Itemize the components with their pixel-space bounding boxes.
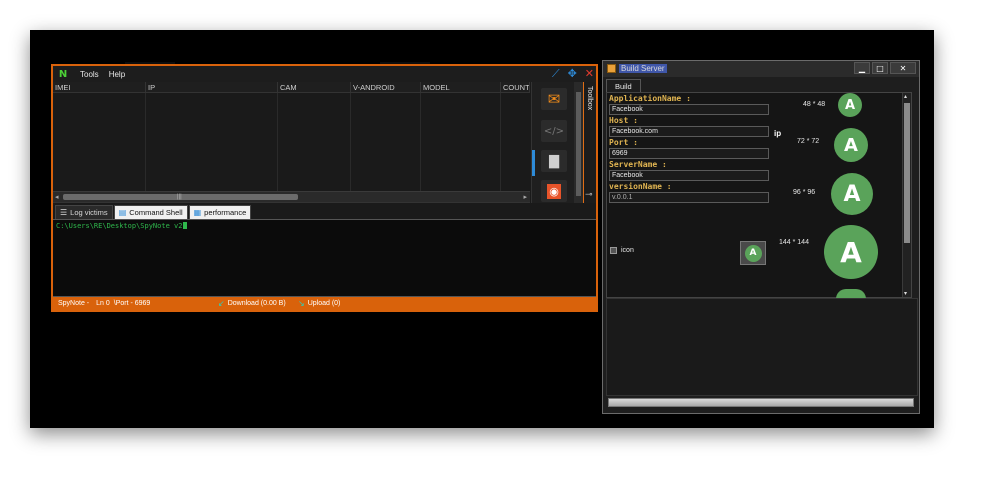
scroll-down-icon[interactable]: ▾ — [904, 290, 907, 297]
victims-grid[interactable]: IMEI IP CAM V-ANDROID MODEL COUNT ◂ ||| … — [53, 82, 530, 203]
ip-label: ip — [774, 129, 782, 138]
tab-label: performance — [204, 208, 247, 217]
upload-status: ↘ Upload (0) — [298, 299, 340, 308]
status-ln: Ln 0 — [96, 300, 110, 307]
col-v-android[interactable]: V-ANDROID — [351, 82, 421, 92]
build-server-window: Build Server ▁ □ ✕ Build ApplicationName… — [602, 60, 920, 414]
scroll-left-icon[interactable]: ◂ — [55, 192, 59, 203]
col-cam[interactable]: CAM — [278, 82, 351, 92]
build-output-area — [606, 298, 918, 396]
scroll-right-icon[interactable]: ▸ — [523, 192, 527, 203]
maximize-icon[interactable]: □ — [872, 62, 888, 74]
col-count[interactable]: COUNT — [501, 82, 530, 92]
bottom-tabs: ☰ Log victims ▤ Command Shell ▦ performa… — [53, 203, 596, 219]
col-ip[interactable]: IP — [146, 82, 278, 92]
selection-accent — [532, 150, 535, 176]
build-title-bar[interactable]: Build Server ▁ □ ✕ — [603, 61, 919, 77]
minimize-icon[interactable]: ▁ — [854, 62, 870, 74]
move-icon[interactable]: ✥ — [568, 66, 577, 82]
tab-build[interactable]: Build — [606, 79, 641, 92]
menu-bar: N Tools Help ⟋ ✥ ✕ — [53, 66, 596, 82]
list-icon: ☰ — [60, 208, 68, 217]
toolbox-scrollbar[interactable] — [574, 82, 583, 203]
tab-label: Command Shell — [129, 208, 183, 217]
desktop: N Tools Help ⟋ ✥ ✕ IMEI IP CAM V-ANDROID… — [30, 30, 934, 428]
status-port: \Port - 6969 — [113, 300, 151, 307]
grid-header: IMEI IP CAM V-ANDROID MODEL COUNT — [53, 82, 530, 93]
status-app: SpyNote - — [58, 300, 90, 307]
version-input[interactable]: v.0.0.1 — [609, 192, 769, 203]
upload-label: Upload (0) — [307, 300, 341, 307]
size-label-72: 72 * 72 — [797, 138, 820, 145]
build-button[interactable] — [608, 398, 914, 407]
port-label: Port : — [609, 138, 638, 147]
title-tools: ⟋ ✥ ✕ — [552, 66, 594, 82]
app-logo-icon: N — [58, 68, 68, 80]
console-cursor — [183, 222, 188, 229]
grid-body — [53, 93, 530, 191]
window-controls: ▁ □ ✕ — [854, 62, 916, 74]
icon-picker-button[interactable]: A — [740, 241, 766, 265]
checkbox-box[interactable] — [610, 247, 617, 254]
close-icon[interactable]: ✕ — [585, 66, 594, 82]
upload-icon: ↘ — [298, 299, 305, 308]
android-icon-72: A — [834, 128, 868, 162]
menu-help[interactable]: Help — [109, 70, 125, 79]
tab-performance[interactable]: ▦ performance — [188, 205, 252, 219]
code-icon[interactable]: </> — [541, 120, 567, 142]
col-model[interactable]: MODEL — [421, 82, 501, 92]
build-scrollbar[interactable]: ▴ ▾ — [902, 93, 911, 297]
col-imei[interactable]: IMEI — [53, 82, 146, 92]
shell-icon: ▤ — [118, 208, 127, 217]
build-tabbar: Build — [606, 79, 918, 92]
build-form: ApplicationName : Facebook Host : Facebo… — [606, 92, 912, 299]
pin-icon[interactable]: ⊸ — [585, 190, 593, 200]
close-icon[interactable]: ✕ — [890, 62, 916, 74]
icon-checkbox-label: icon — [621, 247, 634, 254]
console-prompt: C:\Users\RE\Desktop\SpyNote v2 — [56, 222, 183, 230]
size-label-96: 96 * 96 — [793, 189, 816, 196]
app-name-label: ApplicationName : — [609, 94, 691, 103]
download-icon: ↙ — [218, 299, 225, 308]
tab-log-victims[interactable]: ☰ Log victims — [55, 205, 113, 219]
size-label-48: 48 * 48 — [803, 101, 826, 108]
android-icon-48: A — [838, 93, 862, 117]
server-name-input[interactable]: Facebook — [609, 170, 769, 181]
menu-tools[interactable]: Tools — [80, 70, 99, 79]
app-icon — [607, 64, 616, 73]
tab-command-shell[interactable]: ▤ Command Shell — [113, 205, 188, 219]
status-bar: SpyNote - Ln 0 \Port - 6969 ↙ Download (… — [53, 297, 596, 310]
app-name-input[interactable]: Facebook — [609, 104, 769, 115]
toolbox-panel: ✉ </> ▇ ◉ — [531, 82, 583, 203]
main-window: N Tools Help ⟋ ✥ ✕ IMEI IP CAM V-ANDROID… — [51, 64, 598, 312]
android-icon: A — [744, 244, 762, 262]
scroll-thumb[interactable] — [904, 103, 910, 243]
size-label-144: 144 * 144 — [779, 239, 809, 246]
icon-checkbox[interactable]: icon — [610, 247, 634, 254]
grip-icon: ||| — [177, 194, 182, 200]
toolbox-tab[interactable]: Toolbox ⊸ — [583, 82, 596, 203]
performance-icon: ▦ — [193, 208, 202, 217]
folder-icon[interactable]: ▇ — [541, 150, 567, 172]
horizontal-scrollbar[interactable]: ◂ ||| ▸ — [53, 191, 530, 202]
contact-icon[interactable]: ◉ — [541, 180, 567, 202]
android-icon-96: A — [831, 173, 873, 215]
mail-icon[interactable]: ✉ — [541, 88, 567, 110]
download-label: Download (0.00 B) — [227, 300, 286, 307]
host-input[interactable]: Facebook.com — [609, 126, 769, 137]
tab-label: Log victims — [70, 208, 108, 217]
window-title: Build Server — [619, 64, 667, 73]
host-label: Host : — [609, 116, 638, 125]
command-shell-console[interactable]: C:\Users\RE\Desktop\SpyNote v2 — [53, 219, 596, 297]
scroll-up-icon[interactable]: ▴ — [904, 93, 907, 100]
version-label: versionName : — [609, 182, 672, 191]
pin-icon[interactable]: ⟋ — [552, 66, 560, 82]
download-status: ↙ Download (0.00 B) — [218, 299, 286, 308]
toolbox-label: Toolbox — [586, 86, 593, 111]
port-input[interactable]: 6969 — [609, 148, 769, 159]
server-name-label: ServerName : — [609, 160, 667, 169]
android-icon-144: A — [824, 225, 878, 279]
